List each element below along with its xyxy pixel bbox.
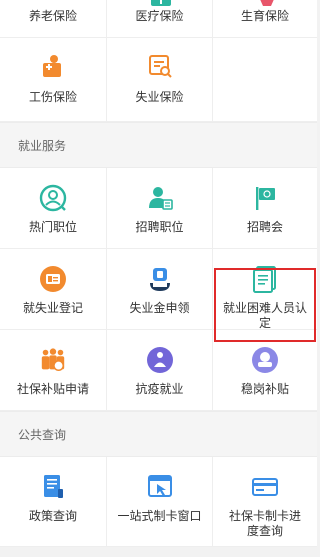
- employment-grid: 热门职位 招聘职位 招聘会 就失业登记 失业金申领 就业困难人员认定 社保补贴申…: [0, 168, 317, 411]
- item-label: 生育保险: [240, 9, 289, 23]
- insurance-grid: 养老保险 医疗保险 生育保险 工伤保险 失业保险: [0, 0, 317, 122]
- public-query-section-title: 公共查询: [0, 411, 317, 457]
- item-label: 招聘会: [246, 220, 283, 234]
- item-label: 稳岗补贴: [240, 382, 289, 396]
- card-icon: [251, 473, 279, 501]
- hardship-certification-item[interactable]: 就业困难人员认定: [213, 249, 317, 330]
- item-label: 招聘职位: [135, 220, 184, 234]
- injury-icon: [39, 52, 67, 80]
- people-group-icon: [39, 346, 67, 374]
- public-query-grid: 政策查询 一站式制卡窗口 社保卡制卡进度查询: [0, 457, 317, 547]
- one-stop-card-window-item[interactable]: 一站式制卡窗口: [107, 457, 213, 547]
- employment-section-title: 就业服务: [0, 122, 317, 168]
- recruit-jobs-item[interactable]: 招聘职位: [107, 168, 213, 249]
- hot-jobs-item[interactable]: 热门职位: [0, 168, 107, 249]
- item-label: 失业保险: [135, 90, 184, 104]
- window-cursor-icon: [146, 473, 174, 501]
- pension-insurance-item[interactable]: 养老保险: [0, 0, 107, 38]
- stable-job-icon: [251, 346, 279, 374]
- card-progress-query-item[interactable]: 社保卡制卡进度查询: [213, 457, 317, 547]
- policy-query-item[interactable]: 政策查询: [0, 457, 107, 547]
- recruit-person-icon: [146, 184, 174, 212]
- item-label: 养老保险: [28, 9, 77, 23]
- item-label: 社保补贴申请: [16, 382, 89, 396]
- job-stabilization-subsidy-item[interactable]: 稳岗补贴: [213, 330, 317, 411]
- item-label: 医疗保险: [135, 9, 184, 23]
- item-label: 失业金申领: [129, 301, 190, 315]
- item-label: 就失业登记: [22, 301, 83, 315]
- item-label: 政策查询: [28, 509, 77, 523]
- item-label: 一站式制卡窗口: [117, 509, 202, 523]
- unemployment-benefit-item[interactable]: 失业金申领: [107, 249, 213, 330]
- unemployment-insurance-item[interactable]: 失业保险: [107, 38, 213, 122]
- fight-icon: [146, 346, 174, 374]
- item-label: 社保卡制卡进度查询: [229, 509, 302, 538]
- id-card-icon: [39, 265, 67, 293]
- job-fair-item[interactable]: 招聘会: [213, 168, 317, 249]
- maternity-insurance-item[interactable]: 生育保险: [213, 0, 317, 38]
- hand-coin-icon: [146, 265, 174, 293]
- item-label: 抗疫就业: [135, 382, 184, 396]
- anti-epidemic-employment-item[interactable]: 抗疫就业: [107, 330, 213, 411]
- policy-doc-icon: [39, 473, 67, 501]
- social-security-subsidy-item[interactable]: 社保补贴申请: [0, 330, 107, 411]
- empty-cell: [213, 38, 317, 122]
- item-label: 就业困难人员认定: [222, 301, 307, 330]
- medical-insurance-item[interactable]: 医疗保险: [107, 0, 213, 38]
- injury-insurance-item[interactable]: 工伤保险: [0, 38, 107, 122]
- item-label: 热门职位: [28, 220, 77, 234]
- item-label: 工伤保险: [28, 90, 77, 104]
- employment-registration-item[interactable]: 就失业登记: [0, 249, 107, 330]
- document-icon: [251, 265, 279, 293]
- unemployment-icon: [146, 52, 174, 80]
- person-search-icon: [39, 184, 67, 212]
- maternity-icon: [257, 0, 277, 11]
- flag-icon: [251, 184, 279, 212]
- medical-icon: [151, 0, 171, 11]
